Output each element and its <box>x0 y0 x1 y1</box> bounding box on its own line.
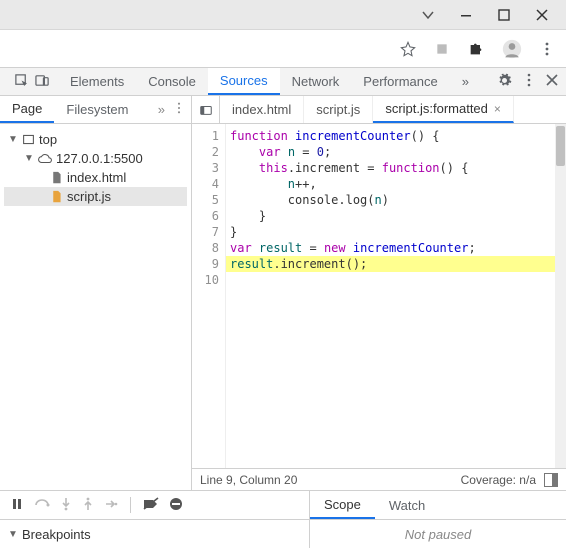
inspect-element-icon[interactable] <box>14 73 29 91</box>
disclosure-triangle-icon[interactable]: ▼ <box>24 153 34 164</box>
tree-file-index[interactable]: index.html <box>4 168 187 187</box>
line-number-gutter[interactable]: 12345678910 <box>192 124 226 468</box>
navigator-tree[interactable]: ▼ top ▼ 127.0.0.1:5500 index.html script… <box>0 124 192 490</box>
code-line[interactable]: this.increment = function() { <box>226 160 566 176</box>
breakpoints-section-label[interactable]: Breakpoints <box>22 527 91 542</box>
tree-label: index.html <box>67 170 126 185</box>
code-line[interactable]: var result = new incrementCounter; <box>226 240 566 256</box>
tree-label: top <box>39 132 57 147</box>
file-tab-label: script.js:formatted <box>385 101 488 116</box>
navigator-tab-page[interactable]: Page <box>0 96 54 123</box>
file-tab[interactable]: script.js:formatted × <box>373 96 514 123</box>
tree-label: 127.0.0.1:5500 <box>56 151 143 166</box>
window-close-icon[interactable] <box>536 9 548 21</box>
extension-icon[interactable] <box>434 41 450 57</box>
step-into-icon[interactable] <box>60 497 72 514</box>
devtools-tab-sources[interactable]: Sources <box>208 68 280 95</box>
code-line[interactable]: } <box>226 208 566 224</box>
script-file-icon <box>50 190 63 203</box>
cursor-position: Line 9, Column 20 <box>200 473 297 487</box>
code-line[interactable]: console.log(n) <box>226 192 566 208</box>
deactivate-breakpoints-icon[interactable] <box>143 497 159 514</box>
tree-node-top[interactable]: ▼ top <box>4 130 187 149</box>
disclosure-triangle-icon[interactable]: ▼ <box>8 134 18 145</box>
navigator-more-tabs[interactable]: » <box>158 102 165 117</box>
window-minimize-icon[interactable] <box>460 9 472 21</box>
document-icon <box>50 171 63 184</box>
tree-node-origin[interactable]: ▼ 127.0.0.1:5500 <box>4 149 187 168</box>
step-out-icon[interactable] <box>82 497 94 514</box>
navigator-menu-icon[interactable] <box>173 102 185 117</box>
puzzle-icon[interactable] <box>468 41 484 57</box>
scope-pane-content: Not paused <box>310 519 566 548</box>
code-editor[interactable]: 12345678910 function incrementCounter() … <box>192 124 566 468</box>
devtools-more-tabs[interactable]: » <box>450 68 481 95</box>
file-tabs-prev-icon[interactable] <box>192 96 220 123</box>
code-line[interactable]: } <box>226 224 566 240</box>
browser-menu-icon[interactable] <box>540 42 554 56</box>
frame-icon <box>22 133 35 146</box>
settings-gear-icon[interactable] <box>497 73 512 91</box>
code-line[interactable]: n++, <box>226 176 566 192</box>
pause-resume-icon[interactable] <box>10 497 24 514</box>
code-line[interactable]: result.increment(); <box>226 256 566 272</box>
code-content[interactable]: function incrementCounter() { var n = 0;… <box>226 124 566 468</box>
tree-label: script.js <box>67 189 111 204</box>
navigator-tab-filesystem[interactable]: Filesystem <box>54 96 140 123</box>
window-maximize-icon[interactable] <box>498 9 510 21</box>
editor-scrollbar[interactable] <box>555 124 566 468</box>
toolbar-separator <box>130 497 131 513</box>
file-tab-label: script.js <box>316 102 360 117</box>
show-sidebar-icon[interactable] <box>544 473 558 487</box>
window-dropdown-icon[interactable] <box>422 9 434 21</box>
devtools-tab-console[interactable]: Console <box>136 68 208 95</box>
devtools-menu-icon[interactable] <box>522 73 536 90</box>
file-tab[interactable]: script.js <box>304 96 373 123</box>
device-toggle-icon[interactable] <box>35 73 50 91</box>
disclosure-triangle-icon[interactable]: ▼ <box>8 529 18 540</box>
cloud-icon <box>38 152 52 166</box>
scope-tab[interactable]: Scope <box>310 491 375 519</box>
profile-avatar-icon[interactable] <box>502 39 522 59</box>
coverage-status: Coverage: n/a <box>461 473 536 487</box>
bookmark-star-icon[interactable] <box>400 41 416 57</box>
devtools-tab-performance[interactable]: Performance <box>351 68 449 95</box>
devtools-tab-elements[interactable]: Elements <box>58 68 136 95</box>
devtools-tab-network[interactable]: Network <box>280 68 352 95</box>
file-tab-label: index.html <box>232 102 291 117</box>
close-icon[interactable]: × <box>494 102 501 116</box>
devtools-close-icon[interactable] <box>546 74 558 89</box>
code-line[interactable]: function incrementCounter() { <box>226 128 566 144</box>
code-line[interactable] <box>226 272 566 288</box>
tree-file-script[interactable]: script.js <box>4 187 187 206</box>
step-over-icon[interactable] <box>34 497 50 514</box>
pause-on-exceptions-icon[interactable] <box>169 497 183 514</box>
file-tab[interactable]: index.html <box>220 96 304 123</box>
watch-tab[interactable]: Watch <box>375 491 439 519</box>
code-line[interactable]: var n = 0; <box>226 144 566 160</box>
step-icon[interactable] <box>104 497 118 514</box>
